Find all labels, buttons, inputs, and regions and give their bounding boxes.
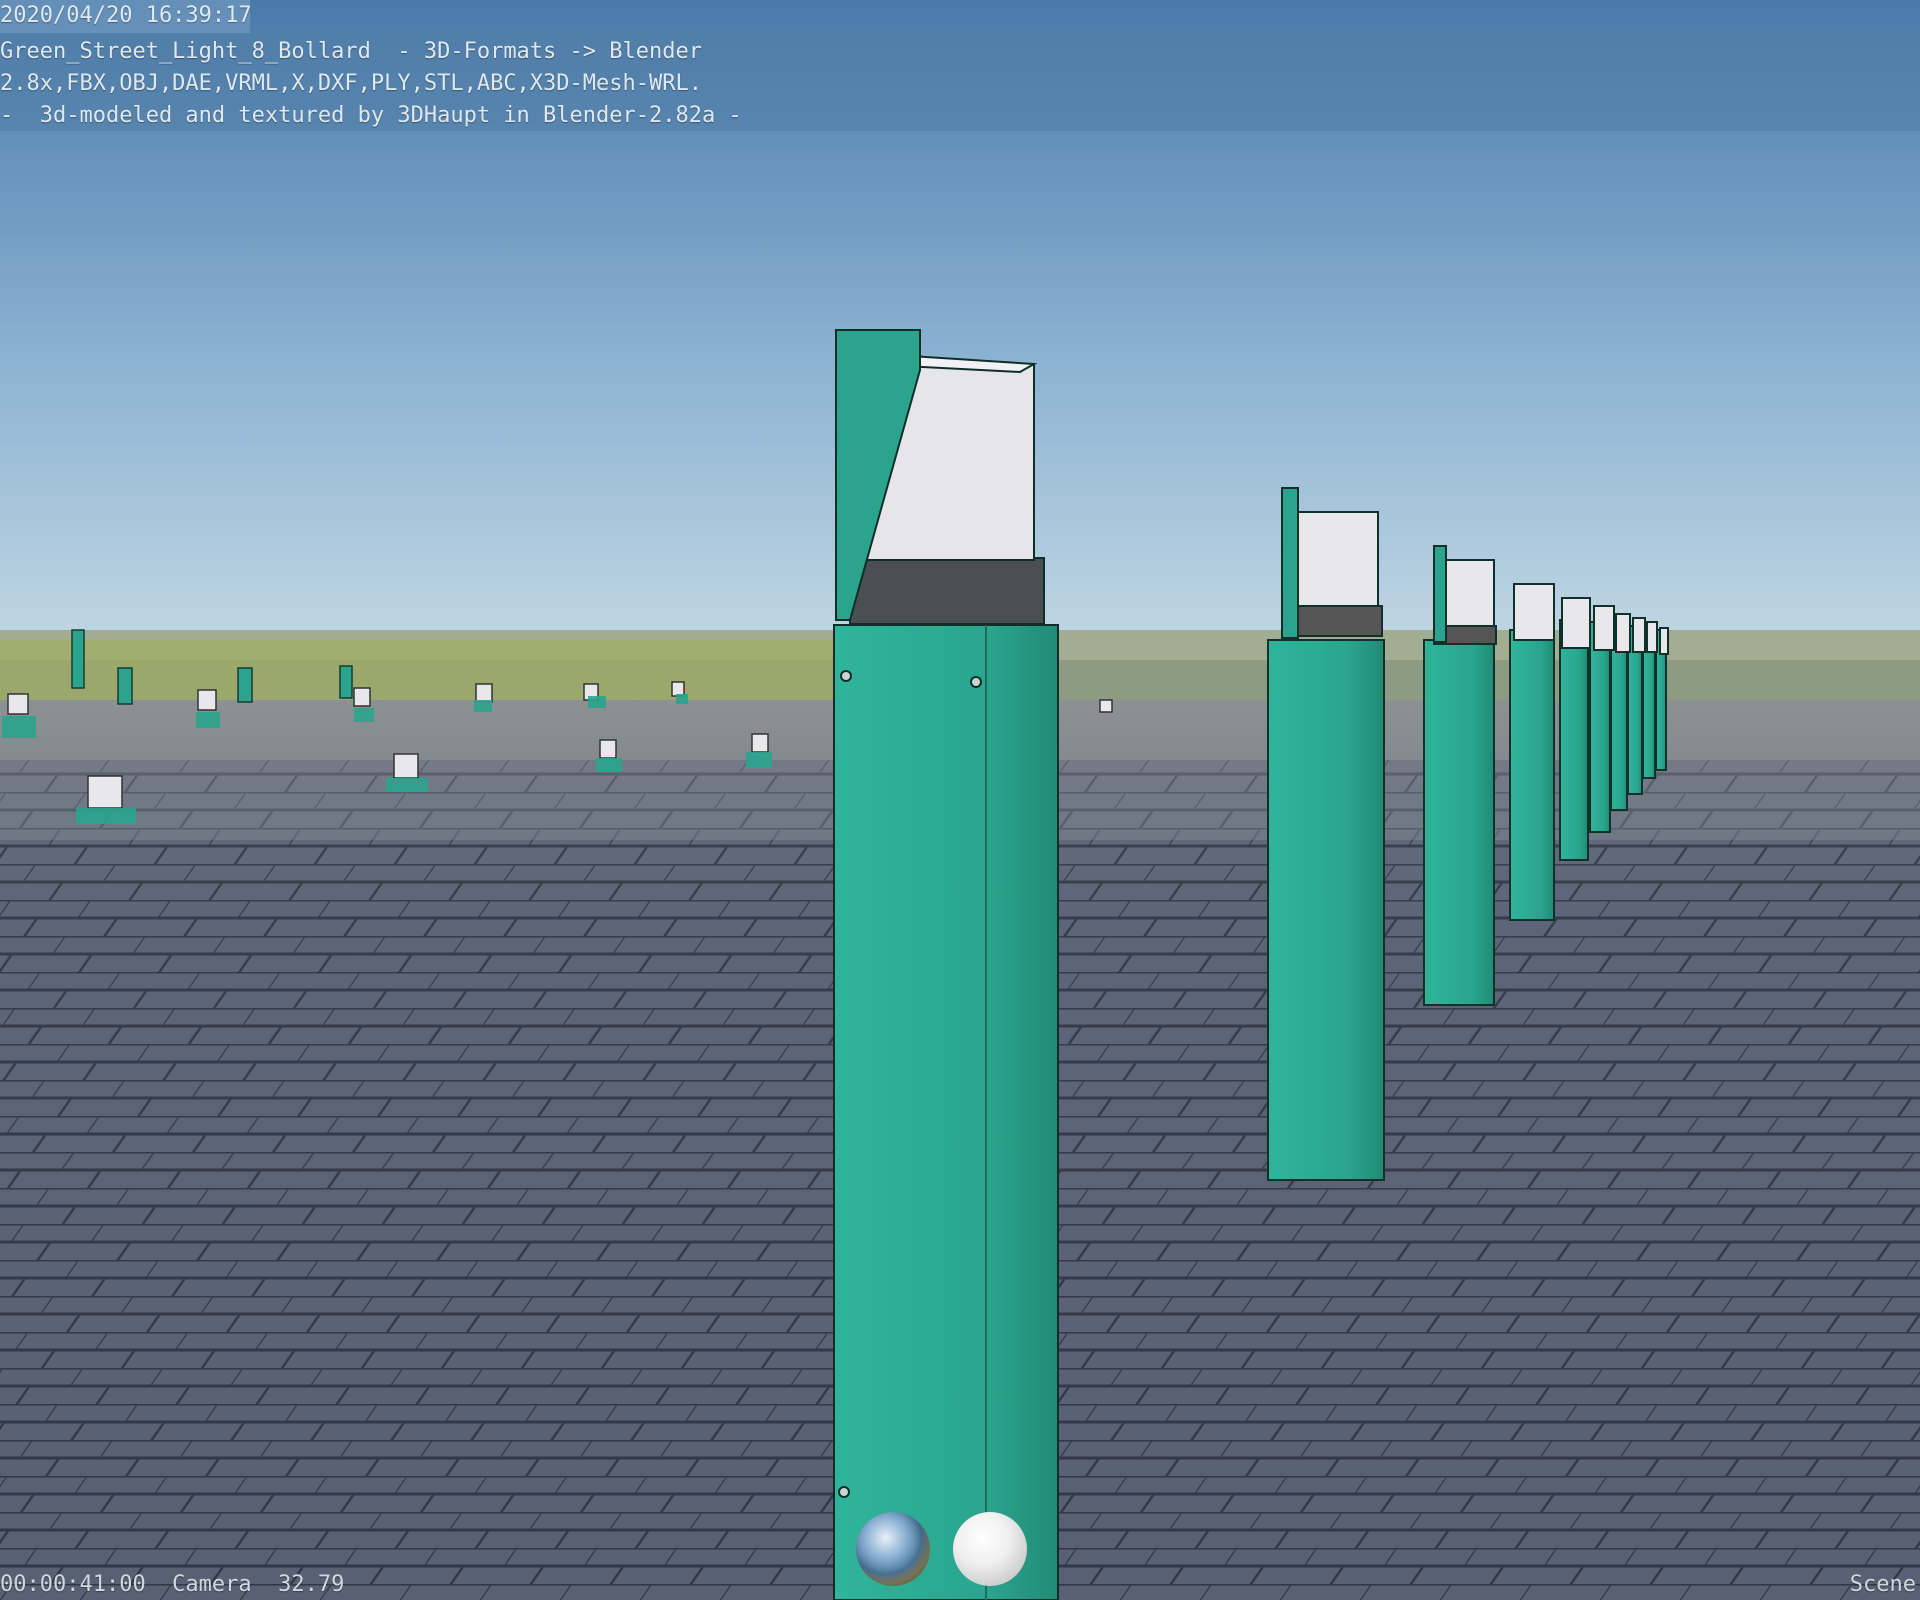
credits: - 3d-modeled and textured by 3DHaupt in … — [0, 103, 742, 128]
timestamp: 2020/04/20 16:39:17 — [0, 3, 252, 28]
3d-viewport[interactable]: 2020/04/20 16:39:17 Green_Street_Light_8… — [0, 0, 1920, 1600]
main-bollard — [833, 329, 1059, 1600]
scene-render — [0, 0, 1920, 1600]
formats-list: 2.8x,FBX,OBJ,DAE,VRML,X,DXF,PLY,STL,ABC,… — [0, 71, 702, 96]
frame-camera-info: 00:00:41:00 Camera 32.79 — [0, 1572, 345, 1597]
scene-label: Scene — [1849, 1572, 1916, 1597]
model-title: Green_Street_Light_8_Bollard - 3D-Format… — [0, 39, 702, 64]
